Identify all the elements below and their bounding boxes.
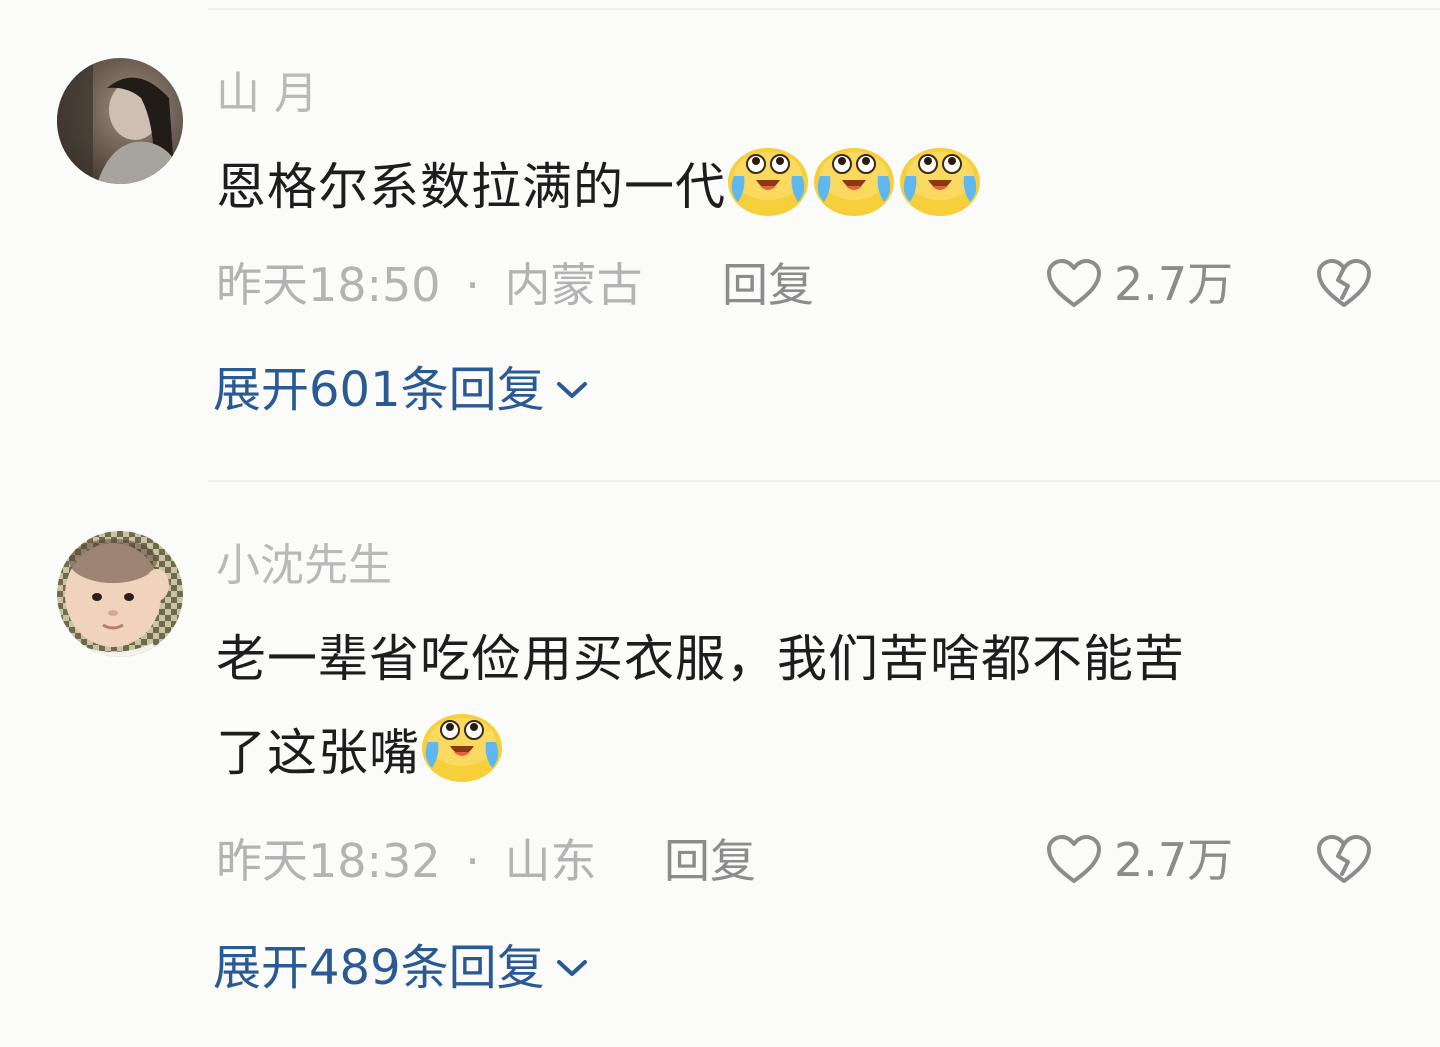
broken-heart-icon <box>1316 834 1372 886</box>
like-count: 2.7万 <box>1114 833 1234 887</box>
crying-laughing-emoji-icon <box>898 142 982 218</box>
top-divider <box>208 8 1440 10</box>
expand-replies-link[interactable]: 展开601条回复 <box>213 366 589 414</box>
reply-button[interactable]: 回复 <box>664 838 756 884</box>
heart-outline-icon <box>1046 834 1102 886</box>
ip-location: 山东 <box>504 834 597 888</box>
crying-laughing-emoji-icon <box>812 142 896 218</box>
expand-replies-link[interactable]: 展开489条回复 <box>213 944 589 992</box>
crying-laughing-emoji-icon <box>420 708 504 784</box>
heart-outline-icon <box>1046 258 1102 310</box>
broken-heart-icon <box>1316 258 1372 310</box>
expand-replies-label: 展开489条回复 <box>213 940 545 996</box>
meta-separator: · <box>465 834 480 888</box>
username[interactable]: 小沈先生 <box>216 544 392 588</box>
crying-laughing-emoji-icon <box>726 142 810 218</box>
dislike-button[interactable] <box>1316 834 1372 886</box>
chevron-down-icon <box>545 957 589 979</box>
timestamp: 昨天18:32 <box>216 834 441 888</box>
comment-text-body: 恩格尔系数拉满的一代 <box>216 158 726 216</box>
timestamp: 昨天18:50 <box>216 258 441 312</box>
comment-text-line-2: 了这张嘴 <box>216 724 420 782</box>
comment-divider <box>208 480 1440 482</box>
dislike-button[interactable] <box>1316 258 1372 310</box>
like-button[interactable]: 2.7万 <box>1046 834 1233 886</box>
like-button[interactable]: 2.7万 <box>1046 258 1233 310</box>
comment-text-line-1: 老一辈省吃俭用买衣服，我们苦啥都不能苦 <box>216 630 1185 688</box>
username[interactable]: 山 月 <box>216 72 318 116</box>
avatar[interactable] <box>57 531 183 657</box>
expand-replies-label: 展开601条回复 <box>213 362 545 418</box>
like-count: 2.7万 <box>1114 257 1234 311</box>
comment-meta: 昨天18:32 · 山东 <box>216 838 596 884</box>
comment-meta: 昨天18:50 · 内蒙古 <box>216 262 642 308</box>
comment-text: 老一辈省吃俭用买衣服，我们苦啥都不能苦 了这张嘴 <box>216 612 1396 800</box>
reply-button[interactable]: 回复 <box>722 262 814 308</box>
avatar[interactable] <box>57 58 183 184</box>
meta-separator: · <box>465 258 480 312</box>
ip-location: 内蒙古 <box>504 258 643 312</box>
chevron-down-icon <box>545 379 589 401</box>
comment-text-line-2-wrapper: 了这张嘴 <box>216 706 1396 800</box>
comment-text: 恩格尔系数拉满的一代 <box>216 140 1396 234</box>
